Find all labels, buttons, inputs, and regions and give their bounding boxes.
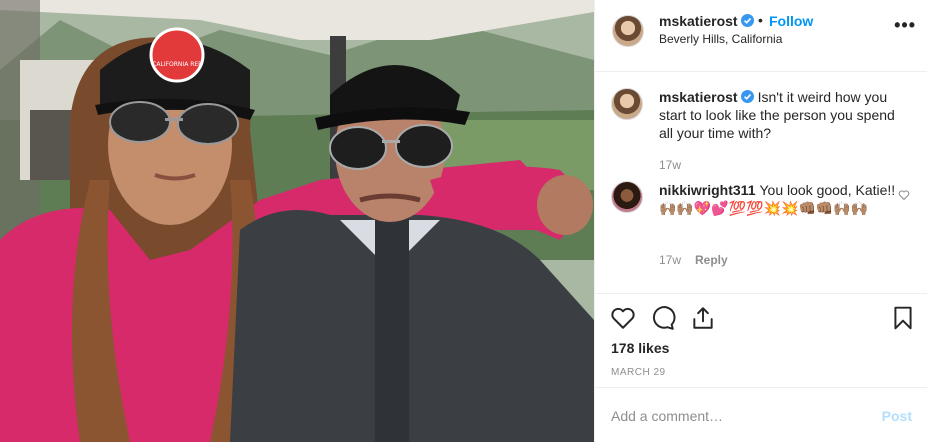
post-actions: 178 likes MARCH 29 [595,293,927,387]
caption-avatar[interactable] [611,88,643,120]
add-comment-bar: Post [595,387,927,442]
comment-meta: 17w Reply [659,253,728,267]
comment-icon[interactable] [650,305,676,331]
verified-badge-icon [740,14,754,27]
post-photo[interactable]: CALIFORNIA REP [0,0,594,442]
caption-username[interactable]: mskatierost [659,89,754,105]
caption-text: mskatierost Isn't it weird how you start … [659,88,909,142]
separator-dot: • [758,12,763,28]
more-options-icon[interactable]: ••• [894,15,916,36]
heart-icon[interactable] [610,305,636,331]
author-username[interactable]: mskatierost [659,13,754,29]
commenter-avatar[interactable] [611,181,643,213]
verified-badge-icon [740,90,754,103]
photo-illustration: CALIFORNIA REP [0,0,594,442]
post-comment-button[interactable]: Post [882,408,912,424]
cap-patch-text: CALIFORNIA REP [152,61,202,68]
add-comment-input[interactable] [611,406,851,426]
likes-count[interactable]: 178 likes [611,340,669,356]
post-date[interactable]: MARCH 29 [611,367,666,378]
comment-time[interactable]: 17w [659,253,681,267]
caption-time[interactable]: 17w [659,158,681,172]
share-icon[interactable] [690,305,716,331]
follow-button[interactable]: Follow [769,13,813,29]
post-header: mskatierost • Follow Beverly Hills, Cali… [595,0,927,72]
commenter-username[interactable]: nikkiwright311 [659,182,755,198]
location-link[interactable]: Beverly Hills, California [659,32,782,46]
post-side-panel: mskatierost • Follow Beverly Hills, Cali… [594,0,927,442]
caption-block: mskatierost Isn't it weird how you start … [611,88,916,178]
reply-button[interactable]: Reply [695,253,728,267]
comment-text: nikkiwright311 You look good, Katie!! 🙌🏽🙌… [659,181,909,217]
small-heart-icon[interactable] [898,189,910,201]
comment-item: nikkiwright311 You look good, Katie!! 🙌🏽🙌… [611,181,916,273]
author-avatar[interactable] [612,15,644,47]
bookmark-icon[interactable] [890,305,916,331]
